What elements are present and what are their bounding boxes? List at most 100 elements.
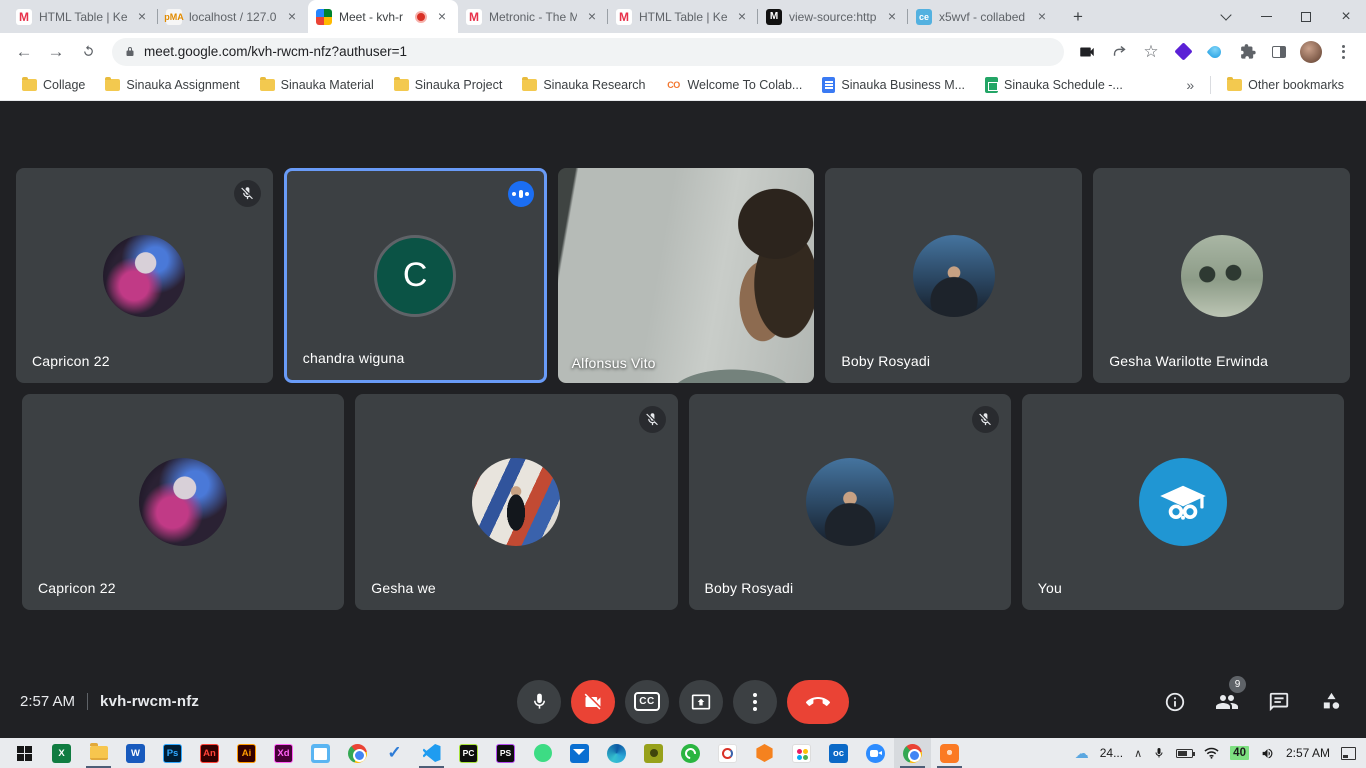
camera-off-button[interactable] xyxy=(571,680,615,724)
tab-meet-active[interactable]: Meet - kvh-r × xyxy=(308,0,458,33)
tab-html-table-2[interactable]: M HTML Table | Kee × xyxy=(608,0,758,33)
tile-you[interactable]: You xyxy=(1022,394,1344,610)
tile-capricon-22[interactable]: Capricon 22 xyxy=(16,168,273,383)
taskbar-green-app[interactable] xyxy=(524,738,561,768)
meeting-details-button[interactable] xyxy=(1162,689,1188,715)
chrome-menu-button[interactable] xyxy=(1330,39,1356,65)
tab-localhost[interactable]: pMA localhost / 127.0. × xyxy=(158,0,308,33)
bookmark-sinauka-project[interactable]: Sinauka Project xyxy=(386,75,511,95)
taskbar-excel[interactable]: X xyxy=(43,738,80,768)
taskbar-calendar[interactable] xyxy=(302,738,339,768)
taskbar-whatsapp[interactable] xyxy=(672,738,709,768)
close-window-button[interactable]: × xyxy=(1326,0,1366,33)
mic-button[interactable] xyxy=(517,680,561,724)
taskbar-vscode[interactable] xyxy=(413,738,450,768)
tray-expand-chevron[interactable]: ∧ xyxy=(1134,747,1142,760)
weather-temp[interactable]: 24... xyxy=(1100,746,1123,760)
participant-name: Boby Rosyadi xyxy=(705,580,794,596)
tile-gesha-we[interactable]: Gesha we xyxy=(355,394,677,610)
captions-button[interactable]: CC xyxy=(625,680,669,724)
tab-close-icon[interactable]: × xyxy=(434,9,450,25)
tile-chandra-wiguna[interactable]: C chandra wiguna xyxy=(284,168,547,383)
side-panel-button[interactable] xyxy=(1266,39,1292,65)
taskbar-oc-app[interactable]: oc xyxy=(820,738,857,768)
tab-view-source[interactable]: M view-source:http × xyxy=(758,0,908,33)
forward-button[interactable]: → xyxy=(42,38,70,66)
captions-icon: CC xyxy=(634,692,659,711)
more-options-button[interactable] xyxy=(733,680,777,724)
bookmark-sinauka-material[interactable]: Sinauka Material xyxy=(252,75,382,95)
tile-boby-rosyadi-2[interactable]: Boby Rosyadi xyxy=(689,394,1011,610)
taskbar-xampp[interactable] xyxy=(931,738,968,768)
tab-close-icon[interactable]: × xyxy=(584,9,600,25)
minimize-button[interactable] xyxy=(1246,0,1286,33)
address-bar[interactable]: meet.google.com/kvh-rwcm-nfz?authuser=1 xyxy=(112,38,1064,66)
end-call-button[interactable] xyxy=(787,680,849,724)
taskbar-zoom[interactable] xyxy=(857,738,894,768)
chat-button[interactable] xyxy=(1266,689,1292,715)
back-button[interactable]: ← xyxy=(10,38,38,66)
new-tab-button[interactable]: + xyxy=(1064,3,1092,31)
tile-capricon-22-2[interactable]: Capricon 22 xyxy=(22,394,344,610)
bookmark-collage[interactable]: Collage xyxy=(14,75,93,95)
tab-html-table-1[interactable]: M HTML Table | Kee × xyxy=(8,0,158,33)
battery-percent-badge[interactable]: 40 xyxy=(1230,746,1249,760)
tray-mic-icon[interactable] xyxy=(1153,746,1165,760)
start-button[interactable] xyxy=(6,738,43,768)
reload-button[interactable] xyxy=(74,38,102,66)
bookmark-sinauka-assignment[interactable]: Sinauka Assignment xyxy=(97,75,247,95)
bookmark-welcome-colab[interactable]: COWelcome To Colab... xyxy=(657,74,810,96)
taskbar-file-explorer[interactable] xyxy=(80,738,117,768)
taskbar-word[interactable]: W xyxy=(117,738,154,768)
taskbar-phpstorm[interactable]: PS xyxy=(487,738,524,768)
taskbar-red-app[interactable] xyxy=(709,738,746,768)
tab-close-icon[interactable]: × xyxy=(1034,9,1050,25)
participants-button[interactable]: 9 xyxy=(1214,689,1240,715)
wifi-icon[interactable] xyxy=(1204,747,1219,759)
action-center-icon[interactable] xyxy=(1341,747,1356,760)
taskbar-check-app[interactable]: ✓ xyxy=(376,738,413,768)
taskbar-photoshop[interactable]: Ps xyxy=(154,738,191,768)
tab-close-icon[interactable]: × xyxy=(884,9,900,25)
activities-button[interactable] xyxy=(1318,689,1344,715)
battery-icon[interactable] xyxy=(1176,749,1193,758)
tile-gesha-warilotte[interactable]: Gesha Warilotte Erwinda xyxy=(1093,168,1350,383)
tab-close-icon[interactable]: × xyxy=(284,9,300,25)
extension-diamond-button[interactable] xyxy=(1170,39,1196,65)
taskbar-chrome-active[interactable] xyxy=(894,738,931,768)
bookmark-sinauka-schedule[interactable]: Sinauka Schedule -... xyxy=(977,74,1131,96)
taskbar-chrome[interactable] xyxy=(339,738,376,768)
other-bookmarks-button[interactable]: Other bookmarks xyxy=(1219,75,1352,95)
taskbar-edge[interactable] xyxy=(598,738,635,768)
extensions-button[interactable] xyxy=(1234,39,1260,65)
tray-clock[interactable]: 2:57 AM xyxy=(1286,746,1330,760)
tab-close-icon[interactable]: × xyxy=(734,9,750,25)
bookmark-sinauka-business[interactable]: Sinauka Business M... xyxy=(814,74,973,96)
profile-avatar-button[interactable] xyxy=(1298,39,1324,65)
present-button[interactable] xyxy=(679,680,723,724)
weather-icon[interactable]: ☁ xyxy=(1075,745,1089,762)
tile-boby-rosyadi[interactable]: Boby Rosyadi xyxy=(825,168,1082,383)
tab-metronic[interactable]: M Metronic - The M × xyxy=(458,0,608,33)
taskbar-animate[interactable]: An xyxy=(191,738,228,768)
taskbar-hexagon-app[interactable] xyxy=(746,738,783,768)
taskbar-pycharm[interactable]: PC xyxy=(450,738,487,768)
camera-in-use-button[interactable] xyxy=(1074,39,1100,65)
bookmark-sinauka-research[interactable]: Sinauka Research xyxy=(514,75,653,95)
tab-collabedit[interactable]: ce x5wvf - collabed × xyxy=(908,0,1058,33)
tab-close-icon[interactable]: × xyxy=(134,9,150,25)
taskbar-mail[interactable] xyxy=(561,738,598,768)
taskbar-colorful-app[interactable] xyxy=(783,738,820,768)
share-button[interactable] xyxy=(1106,39,1132,65)
bookmark-star-button[interactable]: ☆ xyxy=(1138,39,1164,65)
tile-alfonsus-vito[interactable]: Alfonsus Vito xyxy=(558,168,815,383)
tab-search-button[interactable] xyxy=(1206,0,1246,33)
taskbar-illustrator[interactable]: Ai xyxy=(228,738,265,768)
taskbar-xd[interactable]: Xd xyxy=(265,738,302,768)
avatar xyxy=(103,235,185,317)
speaker-icon[interactable] xyxy=(1260,747,1275,760)
maximize-button[interactable] xyxy=(1286,0,1326,33)
extension-droplet-button[interactable] xyxy=(1202,39,1228,65)
bookmarks-overflow-button[interactable]: » xyxy=(1178,77,1202,93)
taskbar-camera-app[interactable] xyxy=(635,738,672,768)
